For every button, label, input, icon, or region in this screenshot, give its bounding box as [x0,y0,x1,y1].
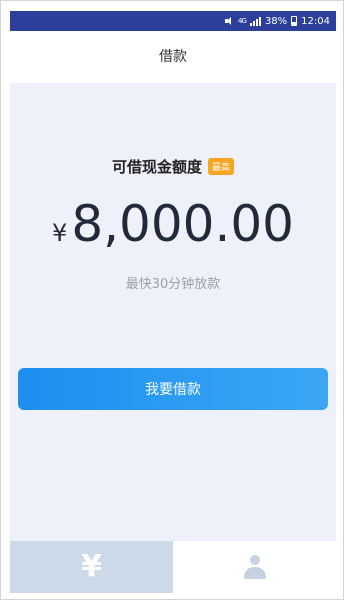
disbursement-note: 最快30分钟放款 [125,277,221,292]
credit-limit-label: 可借现金额度 [111,158,202,176]
signal-icon [249,16,261,26]
bottom-tab-bar: ¥ [10,541,336,593]
currency-symbol: ¥ [52,219,68,247]
person-icon [243,555,266,579]
clock: 12:04 [301,15,330,27]
borrow-button[interactable]: 我要借款 [18,368,328,410]
status-icons: 4G 38% 12:04 [225,11,330,31]
tab-loan[interactable]: ¥ [10,541,173,593]
credit-amount: ¥ 8,000.00 [10,195,336,253]
page-title: 借款 [10,31,336,83]
network-type-label: 4G [238,17,247,25]
battery-icon [291,16,298,26]
yen-icon: ¥ [81,549,102,584]
amount-value: 8,000.00 [71,195,294,253]
max-badge: 最高 [208,158,235,175]
battery-percent: 38% [264,15,288,27]
tab-profile[interactable] [173,541,336,593]
mute-icon [225,17,234,25]
screenshot-frame: 4G 38% 12:04 借款 可借现金额度 最高 ¥ 8,000.00 最快3… [0,0,344,600]
phone-screen: 4G 38% 12:04 借款 可借现金额度 最高 ¥ 8,000.00 最快3… [10,11,336,593]
credit-limit-title: 可借现金额度 最高 [10,156,336,177]
status-bar: 4G 38% 12:04 [10,11,336,31]
